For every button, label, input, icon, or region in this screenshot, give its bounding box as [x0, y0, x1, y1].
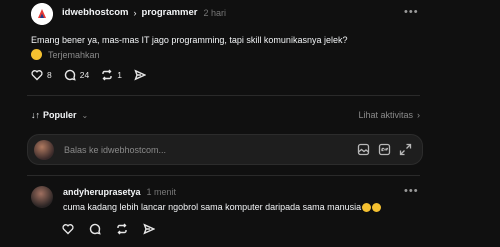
- like-count: 8: [47, 70, 52, 80]
- reply-composer[interactable]: Balas ke idwebhostcom...: [27, 134, 423, 165]
- comment-time: 1 menit: [146, 187, 177, 197]
- repost-icon[interactable]: [116, 223, 128, 235]
- comment-more-options-icon[interactable]: •••: [404, 185, 419, 197]
- community-name[interactable]: programmer: [142, 7, 198, 18]
- sort-label: Populer: [43, 110, 77, 120]
- commenter-avatar[interactable]: [31, 186, 53, 208]
- laughing-emoji-icon: [362, 202, 372, 212]
- heart-icon[interactable]: [62, 223, 74, 235]
- post-time: 2 hari: [203, 7, 226, 18]
- translate-link[interactable]: Terjemahkan: [48, 50, 100, 60]
- thinking-emoji-icon: [31, 49, 42, 60]
- laughing-emoji-icon: [372, 202, 382, 212]
- chevron-down-icon: ⌄: [81, 110, 89, 120]
- reply-tools: [357, 143, 412, 156]
- repost-button[interactable]: 1: [101, 69, 122, 81]
- comment-button[interactable]: 24: [64, 69, 89, 81]
- sort-row: ↓↑ Populer ⌄ Lihat aktivitas ›: [31, 110, 420, 124]
- commenter-username[interactable]: andyheruprasetya: [63, 187, 141, 197]
- view-activity-label: Lihat aktivitas: [358, 110, 413, 120]
- send-icon[interactable]: [143, 223, 155, 235]
- comment-count: 24: [79, 70, 90, 80]
- repost-count: 1: [117, 70, 122, 80]
- more-options-icon[interactable]: •••: [404, 6, 419, 18]
- post-text: Emang bener ya, mas-mas IT jago programm…: [31, 35, 348, 45]
- comment-text: cuma kadang lebih lancar ngobrol sama ko…: [63, 202, 382, 212]
- image-icon[interactable]: [357, 143, 370, 156]
- chevron-right-icon: ›: [417, 110, 420, 120]
- author-avatar[interactable]: [31, 3, 53, 25]
- like-button[interactable]: 8: [31, 69, 52, 81]
- post-header: idwebhostcom › programmer 2 hari: [62, 7, 226, 18]
- share-button[interactable]: [134, 69, 146, 81]
- divider: [27, 175, 420, 176]
- divider: [27, 95, 420, 96]
- comment-icon: [64, 69, 76, 81]
- sort-icon: ↓↑: [31, 110, 40, 120]
- comment-actions: [62, 223, 155, 235]
- comment-body: cuma kadang lebih lancar ngobrol sama ko…: [63, 202, 362, 212]
- sort-dropdown[interactable]: ↓↑ Populer ⌄: [31, 110, 88, 120]
- idwebhost-logo-icon: [31, 3, 53, 25]
- comment-header: andyheruprasetya 1 menit: [63, 187, 176, 197]
- expand-icon[interactable]: [399, 143, 412, 156]
- chevron-right-icon: ›: [133, 7, 137, 18]
- comment-icon[interactable]: [89, 223, 101, 235]
- translate-row: Terjemahkan: [31, 49, 100, 60]
- reply-input[interactable]: Balas ke idwebhostcom...: [64, 145, 166, 155]
- gif-icon[interactable]: [378, 143, 391, 156]
- post: idwebhostcom › programmer 2 hari ••• Ema…: [0, 0, 500, 92]
- author-username[interactable]: idwebhostcom: [62, 7, 129, 18]
- post-actions: 8 24 1: [31, 69, 158, 81]
- repost-icon: [102, 69, 112, 81]
- view-activity-link[interactable]: Lihat aktivitas ›: [358, 110, 420, 120]
- send-icon: [134, 69, 146, 81]
- heart-icon: [31, 70, 43, 81]
- current-user-avatar: [34, 140, 54, 160]
